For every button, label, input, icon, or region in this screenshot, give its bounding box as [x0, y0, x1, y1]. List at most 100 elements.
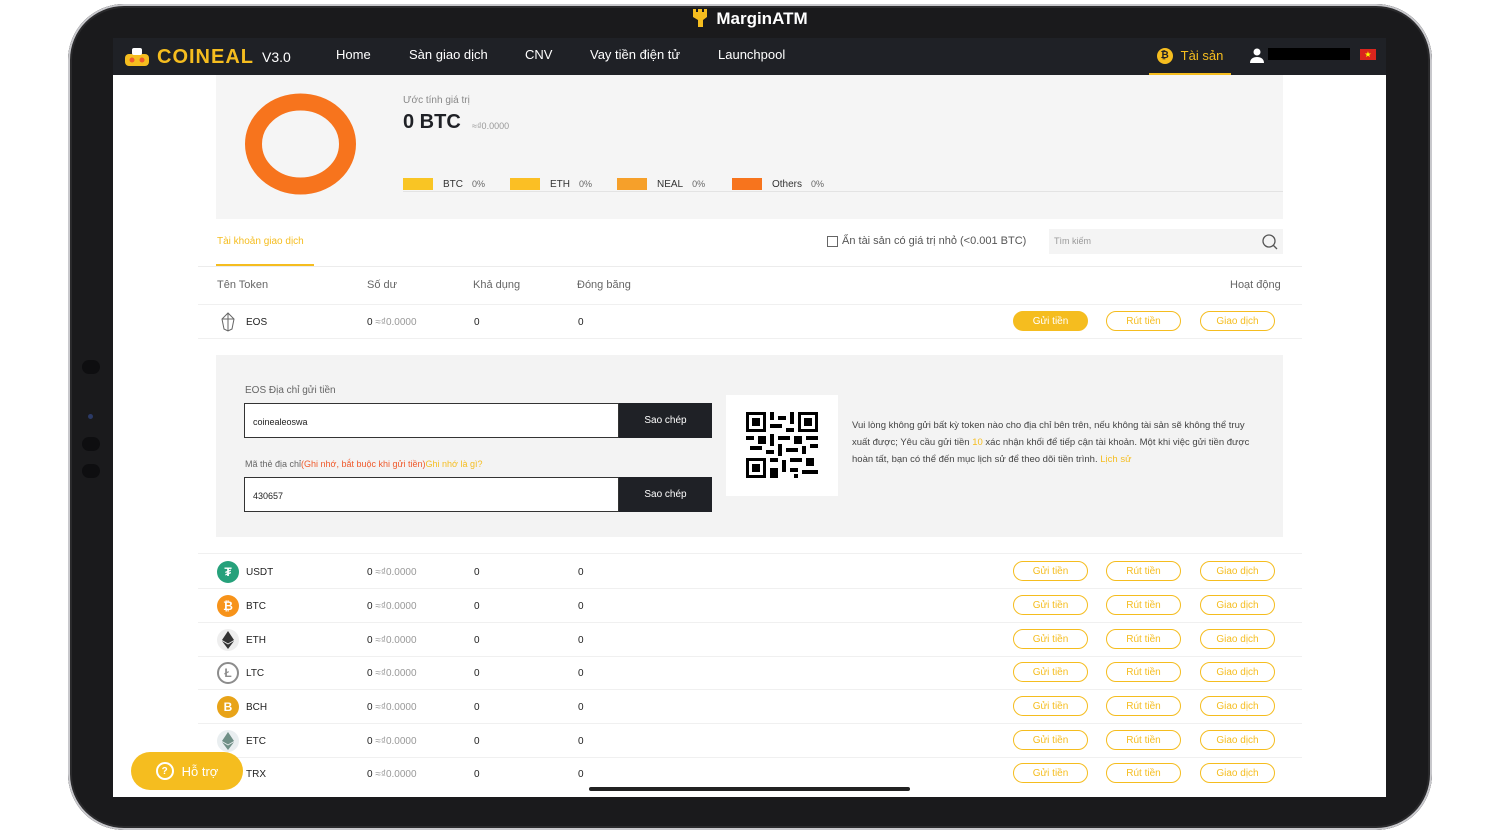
home-indicator[interactable] [589, 787, 910, 791]
hide-small-checkbox[interactable] [827, 235, 838, 247]
copy-memo-button[interactable]: Sao chép [619, 477, 712, 512]
deposit-button[interactable]: Gửi tiền [1013, 595, 1088, 615]
etc-icon [217, 730, 239, 752]
token-frozen: 0 [578, 601, 584, 612]
tab-trading-account[interactable]: Tài khoản giao dịch [217, 236, 304, 247]
token-available: 0 [474, 635, 480, 646]
token-balance: 0 ≈₫0.0000 [367, 635, 417, 646]
nav-assets[interactable]: ₿ Tài sản [1149, 38, 1231, 75]
token-available: 0 [474, 702, 480, 713]
token-balance: 0 ≈₫0.0000 [367, 567, 417, 578]
row-divider [198, 588, 1302, 589]
estimated-value-label: Ước tính giá trị [403, 95, 470, 106]
deposit-panel: EOS Địa chỉ gửi tiền coinealeoswa Sao ch… [216, 355, 1283, 537]
deposit-button[interactable]: Gửi tiền [1013, 311, 1088, 331]
brand-version: V3.0 [262, 49, 291, 65]
qr-code-icon [746, 412, 818, 478]
marginatm-logo-icon [693, 9, 708, 27]
vietnam-flag-icon[interactable]: ★ [1360, 49, 1376, 60]
bitcoin-icon: ₿ [1156, 47, 1173, 64]
row-divider [198, 622, 1302, 623]
trade-button[interactable]: Giao dịch [1200, 629, 1275, 649]
token-frozen: 0 [578, 567, 584, 578]
ltc-icon: Ł [217, 662, 239, 684]
token-name: BCH [246, 702, 268, 713]
token-name: LTC [246, 668, 265, 679]
token-frozen: 0 [578, 317, 584, 328]
legend-name: NEAL [657, 178, 684, 190]
withdraw-button[interactable]: Rút tiền [1106, 629, 1181, 649]
withdraw-button[interactable]: Rút tiền [1106, 730, 1181, 750]
deposit-button[interactable]: Gửi tiền [1013, 730, 1088, 750]
row-divider [198, 304, 1302, 305]
user-icon[interactable] [1249, 47, 1265, 63]
token-balance: 0 ≈₫0.0000 [367, 769, 417, 780]
legend-pct: 0% [472, 179, 486, 189]
token-available: 0 [474, 567, 480, 578]
memo-field[interactable]: 430657 [244, 477, 619, 512]
side-button [82, 464, 100, 478]
side-button [82, 437, 100, 451]
trade-button[interactable]: Giao dịch [1200, 662, 1275, 682]
nav-launchpool[interactable]: Launchpool [718, 47, 785, 62]
withdraw-button[interactable]: Rút tiền [1106, 311, 1181, 331]
help-icon: ? [155, 762, 174, 780]
token-frozen: 0 [578, 736, 584, 747]
asset-donut-chart [245, 93, 356, 195]
deposit-button[interactable]: Gửi tiền [1013, 696, 1088, 716]
camera-dot [88, 414, 93, 419]
deposit-button[interactable]: Gửi tiền [1013, 763, 1088, 783]
token-name: EOS [246, 317, 268, 328]
hide-small-assets[interactable]: Ẩn tài sản có giá trị nhỏ (<0.001 BTC) [827, 235, 1026, 247]
legend-pct: 0% [692, 179, 706, 189]
row-divider [198, 338, 1302, 339]
withdraw-button[interactable]: Rút tiền [1106, 696, 1181, 716]
deposit-instructions: Vui lòng không gửi bất kỳ token nào cho … [852, 420, 1250, 465]
col-balance: Số dư [367, 279, 397, 291]
legend-name: Others [772, 178, 803, 190]
deposit-button[interactable]: Gửi tiền [1013, 662, 1088, 682]
token-frozen: 0 [578, 635, 584, 646]
memo-help-link[interactable]: Ghi nhớ là gì? [426, 459, 483, 469]
nav-home[interactable]: Home [336, 47, 371, 62]
copy-address-button[interactable]: Sao chép [619, 403, 712, 438]
estimated-fiat: ≈₫0.0000 [472, 121, 510, 131]
trade-button[interactable]: Giao dịch [1200, 561, 1275, 581]
withdraw-button[interactable]: Rút tiền [1106, 763, 1181, 783]
search-input[interactable]: Tìm kiếm [1049, 229, 1283, 254]
deposit-button[interactable]: Gửi tiền [1013, 629, 1088, 649]
token-balance: 0 ≈₫0.0000 [367, 601, 417, 612]
username-redacted[interactable] [1268, 48, 1350, 60]
withdraw-button[interactable]: Rút tiền [1106, 595, 1181, 615]
support-button[interactable]: ? Hỗ trợ [131, 752, 243, 790]
token-balance: 0 ≈₫0.0000 [367, 702, 417, 713]
trade-button[interactable]: Giao dịch [1200, 696, 1275, 716]
deposit-button[interactable]: Gửi tiền [1013, 561, 1088, 581]
trade-button[interactable]: Giao dịch [1200, 763, 1275, 783]
nav-exchange[interactable]: Sàn giao dịch [409, 47, 488, 62]
brand-logo[interactable]: COINEAL V3.0 [123, 44, 291, 70]
trade-button[interactable]: Giao dịch [1200, 595, 1275, 615]
history-link[interactable]: Lịch sử [1100, 454, 1131, 465]
hide-small-label: Ẩn tài sản có giá trị nhỏ (<0.001 BTC) [842, 235, 1027, 247]
trade-button[interactable]: Giao dịch [1200, 311, 1275, 331]
nav-cnv[interactable]: CNV [525, 47, 552, 62]
legend-name: BTC [443, 178, 463, 190]
col-available: Khả dụng [473, 279, 521, 291]
bch-icon: B [217, 696, 239, 718]
asset-summary: Ước tính giá trị 0 BTC ≈₫0.0000 [216, 75, 1283, 219]
eos-icon [217, 311, 239, 333]
nav-crypto-loan[interactable]: Vay tiền điện tử [590, 47, 680, 62]
summary-divider [403, 191, 1283, 192]
search-icon[interactable] [1261, 233, 1279, 251]
trade-button[interactable]: Giao dịch [1200, 730, 1275, 750]
withdraw-button[interactable]: Rút tiền [1106, 561, 1181, 581]
qr-code-box [726, 395, 838, 496]
deposit-address-label: EOS Địa chỉ gửi tiền [245, 385, 336, 396]
col-actions: Hoạt động [1230, 279, 1281, 291]
token-name: ETC [246, 736, 266, 747]
deposit-address-field[interactable]: coinealeoswa [244, 403, 619, 438]
withdraw-button[interactable]: Rút tiền [1106, 662, 1181, 682]
legend-swatch [403, 178, 433, 190]
token-available: 0 [474, 668, 480, 679]
